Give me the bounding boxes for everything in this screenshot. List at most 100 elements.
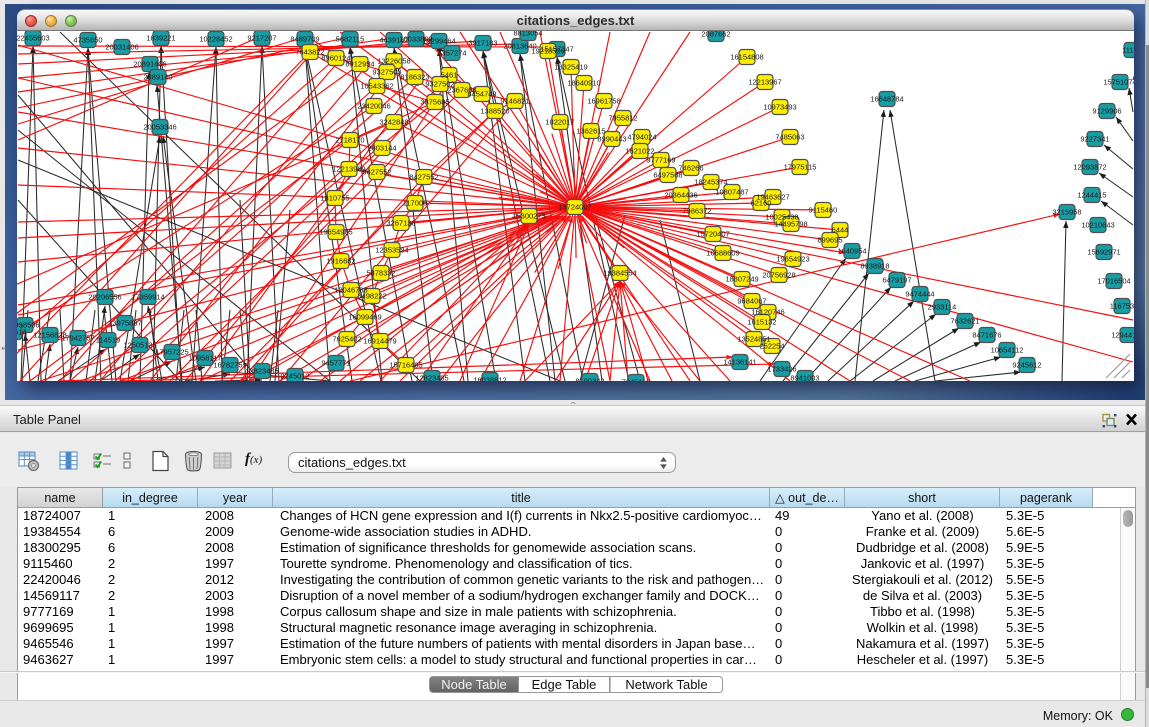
svg-text:9627552: 9627552 [362,168,391,177]
svg-text:16038812: 16038812 [473,376,506,382]
svg-text:17975115: 17975115 [784,163,817,172]
svg-text:1810755: 1810755 [320,194,349,203]
svg-text:19654985: 19654985 [319,228,352,237]
svg-text:12505135: 12505135 [123,341,156,350]
svg-text:10543362: 10543362 [360,82,393,91]
svg-text:15692971: 15692971 [1087,248,1120,257]
svg-text:8938918: 8938918 [860,262,889,271]
svg-text:8990443: 8990443 [597,135,626,144]
svg-text:114519: 114519 [96,336,120,345]
svg-text:20756928: 20756928 [762,271,795,280]
svg-text:391614: 391614 [17,328,27,337]
svg-text:19218506: 19218506 [531,47,564,56]
svg-text:9115460: 9115460 [809,206,838,215]
svg-text:18245374: 18245374 [694,178,727,187]
svg-text:12093872: 12093872 [1073,163,1106,172]
svg-text:5682115: 5682115 [336,35,365,44]
svg-text:1916682: 1916682 [326,257,355,266]
svg-text:16033809: 16033809 [399,35,432,44]
svg-text:8190342: 8190342 [575,377,604,382]
svg-text:12944151: 12944151 [1111,331,1134,340]
svg-text:9684067: 9684067 [737,297,766,306]
svg-text:1640954: 1640954 [837,247,866,256]
svg-text:3267130: 3267130 [386,219,415,228]
svg-text:15716485: 15716485 [389,361,422,370]
svg-text:9245012: 9245012 [280,372,309,381]
svg-text:1615132: 1615132 [747,318,776,327]
svg-text:1388520: 1388520 [480,107,509,116]
svg-text:6497568: 6497568 [653,171,682,180]
svg-text:13325419: 13325419 [554,63,587,72]
svg-text:9777169: 9777169 [646,156,675,165]
svg-text:9129906: 9129906 [1092,107,1121,116]
svg-text:20891406: 20891406 [133,60,166,69]
svg-text:7955812: 7955812 [608,114,637,123]
svg-text:3498222: 3498222 [357,292,386,301]
svg-text:23420046: 23420046 [357,102,390,111]
svg-text:10210643: 10210643 [1081,221,1114,230]
svg-text:10973493: 10973493 [763,103,796,112]
svg-text:2933114: 2933114 [928,303,957,312]
svg-text:2803144: 2803144 [367,144,396,153]
svg-text:5878332: 5878332 [366,269,395,278]
svg-text:10228452: 10228452 [199,35,232,44]
svg-text:8941003: 8941003 [790,374,819,382]
svg-text:1244415: 1244415 [1077,191,1106,200]
svg-text:2089140: 2089140 [143,73,172,82]
svg-text:12823485: 12823485 [415,374,448,382]
svg-text:15720407: 15720407 [696,230,729,239]
svg-text:9327503: 9327503 [372,68,401,77]
svg-text:3215958: 3215958 [1052,208,1081,217]
svg-text:2718170: 2718170 [335,136,364,145]
svg-text:18724007: 18724007 [558,203,591,212]
svg-text:17942757: 17942757 [61,334,94,343]
svg-text:8471676: 8471676 [972,331,1001,340]
svg-text:1621022: 1621022 [625,147,654,156]
svg-text:19463627: 19463627 [756,193,789,202]
svg-text:15751074: 15751074 [1103,78,1134,87]
svg-text:4735650: 4735650 [73,36,102,45]
svg-text:5461: 5461 [441,71,458,80]
svg-text:7643822: 7643822 [295,48,324,57]
svg-text:8489709: 8489709 [290,35,319,44]
svg-text:9146821: 9146821 [500,97,529,106]
svg-text:16099469: 16099469 [348,313,381,322]
svg-text:14136141: 14136141 [723,358,756,367]
svg-text:7986372: 7986372 [682,207,711,216]
svg-text:2087662: 2087662 [701,31,730,39]
svg-text:9227341: 9227341 [1080,135,1109,144]
svg-text:1839221: 1839221 [146,34,175,43]
svg-text:10688609: 10688609 [706,249,739,258]
svg-text:20206556: 20206556 [88,293,121,302]
svg-text:12823485: 12823485 [245,367,278,376]
svg-text:8454749: 8454749 [467,90,496,99]
svg-text:8427552: 8427552 [409,173,438,182]
svg-text:13226058: 13226058 [377,57,410,66]
svg-text:3875685: 3875685 [420,98,449,107]
svg-text:12213967: 12213967 [748,78,781,87]
svg-text:9474444: 9474444 [905,290,934,299]
svg-text:16914479: 16914479 [363,337,396,346]
svg-text:11175: 11175 [1122,46,1134,55]
svg-text:16154808: 16154808 [730,53,763,62]
svg-text:6444: 6444 [832,226,849,235]
svg-text:7357274: 7357274 [437,49,466,58]
svg-text:7632621: 7632621 [950,317,979,326]
svg-text:18640910: 18640910 [567,79,600,88]
svg-text:8813054: 8813054 [513,31,542,38]
svg-text:12213969: 12213969 [332,165,365,174]
svg-text:10654112: 10654112 [991,346,1024,355]
svg-text:7345112: 7345112 [622,378,651,382]
svg-text:4794024: 4794024 [627,133,656,142]
svg-text:20053346: 20053346 [143,123,176,132]
svg-text:16648784: 16648784 [870,95,903,104]
svg-text:19654923: 19654923 [776,255,809,264]
svg-text:13975887: 13975887 [108,319,141,328]
svg-text:17016504: 17016504 [1097,277,1130,286]
svg-text:7485063: 7485063 [775,133,804,142]
svg-text:8912954: 8912954 [345,60,374,69]
svg-text:22455603: 22455603 [17,34,50,43]
svg-text:20031406: 20031406 [105,43,138,52]
svg-text:6479197: 6479197 [882,276,911,285]
svg-text:10807487: 10807487 [715,188,748,197]
